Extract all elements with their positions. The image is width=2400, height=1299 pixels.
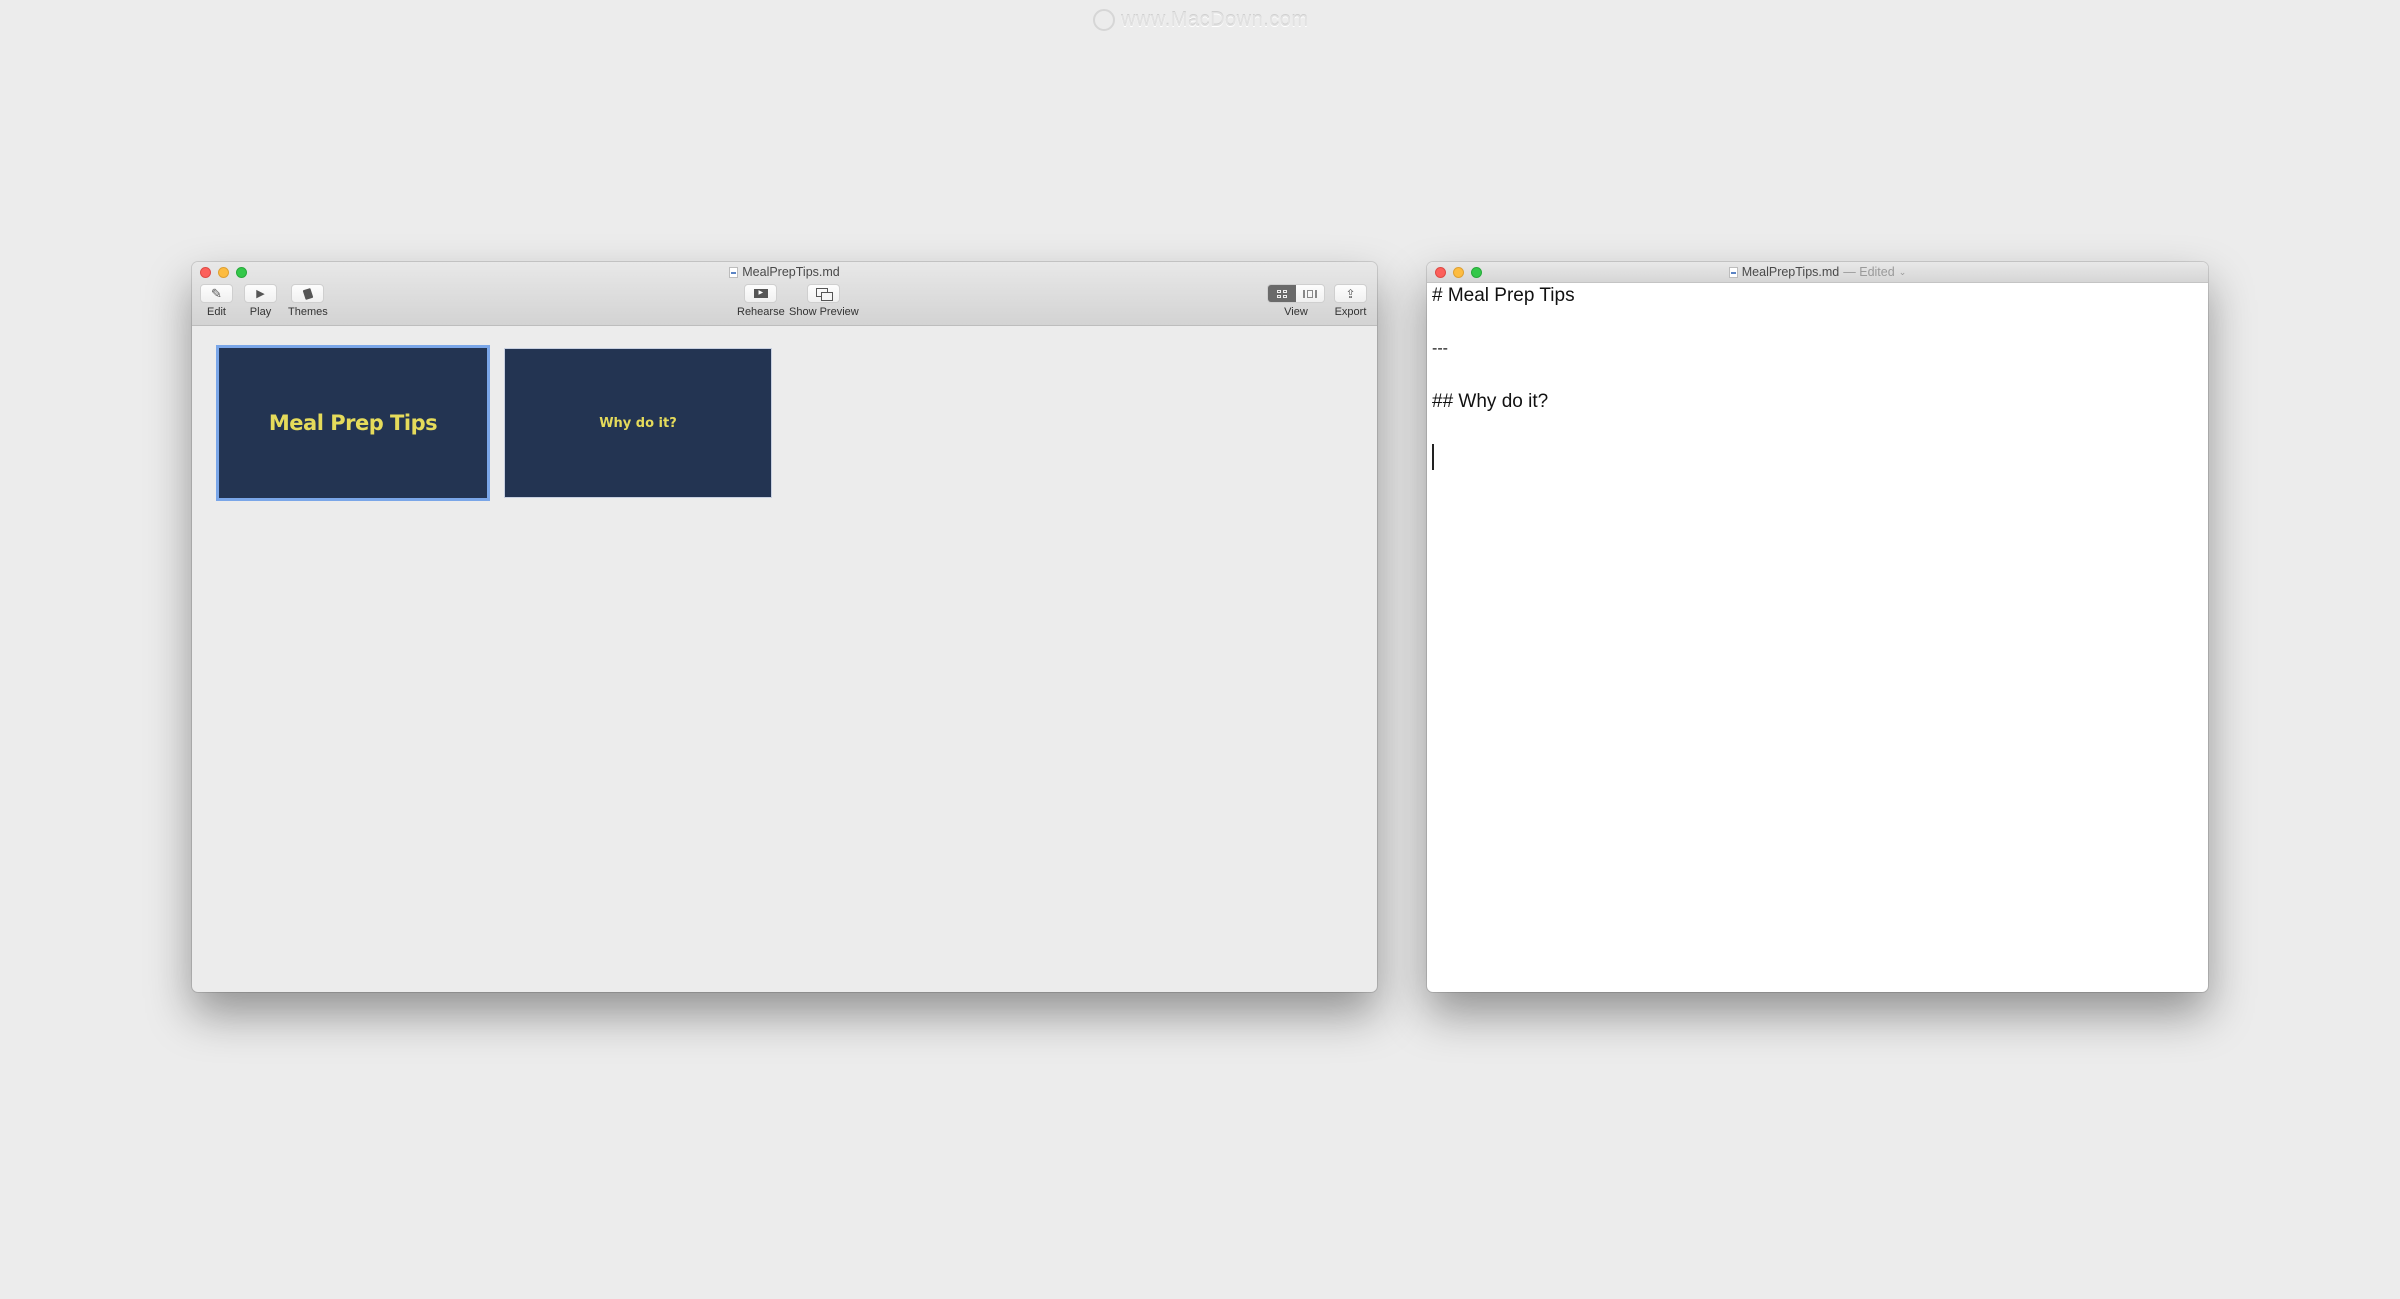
- show-preview-label: Show Preview: [789, 306, 859, 318]
- slide-thumbnail[interactable]: Why do it?: [504, 348, 772, 498]
- markdown-editor[interactable]: # Meal Prep Tips --- ## Why do it?: [1427, 283, 2208, 992]
- rehearse-label: Rehearse: [737, 306, 785, 318]
- rehearse-icon: ▶: [753, 289, 768, 298]
- edit-label: Edit: [207, 306, 226, 318]
- view-control: View: [1267, 284, 1325, 318]
- grid-icon: [1277, 289, 1287, 298]
- editor-line: # Meal Prep Tips: [1432, 285, 1575, 306]
- edit-button[interactable]: ✎ Edit: [200, 284, 233, 318]
- window-title: MealPrepTips.md: [192, 265, 1377, 279]
- show-preview-icon: [816, 288, 834, 301]
- document-icon: [729, 266, 739, 278]
- document-icon: [1728, 266, 1738, 278]
- export-button[interactable]: ⇪ Export: [1334, 284, 1367, 318]
- themes-button[interactable]: Themes: [288, 284, 328, 318]
- view-label: View: [1284, 306, 1308, 318]
- slide-thumbnail[interactable]: Meal Prep Tips: [216, 345, 490, 501]
- play-label: Play: [249, 306, 272, 318]
- macdown-logo-icon: [1093, 9, 1115, 31]
- share-icon: ⇪: [1345, 286, 1356, 301]
- editor-line: ---: [1432, 340, 1448, 357]
- watermark: www.MacDown.com: [1093, 6, 1309, 34]
- window-title-text: MealPrepTips.md: [742, 265, 840, 279]
- slide-grid: Meal Prep Tips Why do it?: [216, 345, 772, 501]
- export-label: Export: [1334, 306, 1367, 318]
- preview-window: MealPrepTips.md ✎ Edit ▶ Play Themes ▶ R…: [192, 262, 1377, 992]
- slide-title: Meal Prep Tips: [268, 411, 438, 435]
- filmstrip-icon: [1303, 289, 1317, 298]
- editor-cursor-line: [1432, 442, 2203, 470]
- view-grid-option[interactable]: [1268, 285, 1296, 302]
- watermark-text: www.MacDown.com: [1121, 8, 1309, 31]
- rehearse-button[interactable]: ▶ Rehearse: [737, 284, 785, 318]
- editor-window: MealPrepTips.md — Edited ⌄ # Meal Prep T…: [1427, 262, 2208, 992]
- window-title[interactable]: MealPrepTips.md — Edited ⌄: [1427, 265, 2208, 279]
- edited-status: — Edited: [1843, 265, 1895, 279]
- window-title-text: MealPrepTips.md: [1741, 265, 1840, 279]
- view-slide-option[interactable]: [1296, 285, 1324, 302]
- preview-toolbar: MealPrepTips.md ✎ Edit ▶ Play Themes ▶ R…: [192, 262, 1377, 326]
- chevron-down-icon[interactable]: ⌄: [1899, 265, 1907, 279]
- slide-title: Why do it?: [599, 415, 677, 431]
- themes-icon: [302, 287, 314, 300]
- play-icon: ▶: [256, 288, 265, 300]
- editor-line: ## Why do it?: [1432, 391, 1549, 412]
- themes-label: Themes: [288, 306, 328, 318]
- show-preview-button[interactable]: Show Preview: [789, 284, 859, 318]
- editor-titlebar: MealPrepTips.md — Edited ⌄: [1427, 262, 2208, 283]
- play-button[interactable]: ▶ Play: [244, 284, 277, 318]
- pencil-icon: ✎: [211, 285, 222, 301]
- text-cursor: [1432, 444, 1434, 470]
